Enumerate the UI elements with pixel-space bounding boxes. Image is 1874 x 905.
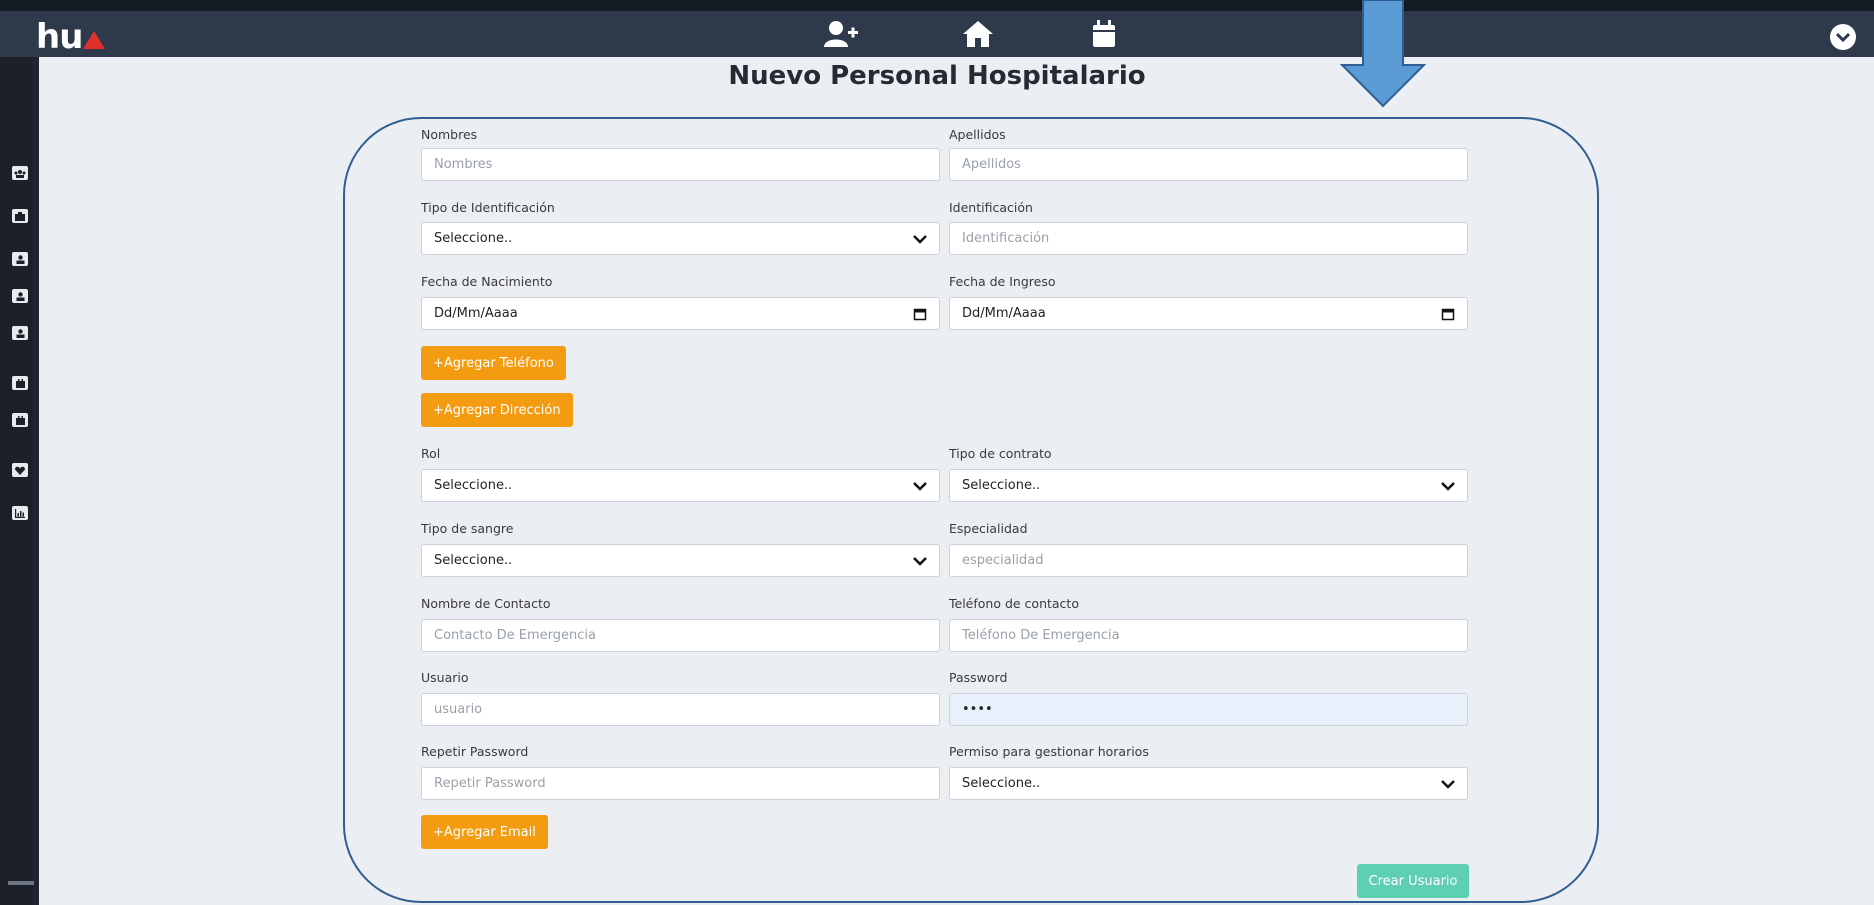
user-icon[interactable]	[12, 289, 28, 303]
fecha-ingreso-label: Fecha de Ingreso	[949, 274, 1056, 289]
rol-label: Rol	[421, 446, 441, 461]
password-value: ••••	[962, 702, 993, 717]
chevron-down-icon	[913, 556, 927, 566]
password-input[interactable]: ••••	[949, 693, 1468, 726]
repetir-password-input[interactable]	[421, 767, 940, 800]
annotation-arrow-icon	[1340, 0, 1426, 108]
permiso-horarios-value: Seleccione..	[962, 776, 1041, 791]
nombre-contacto-input[interactable]	[421, 619, 940, 652]
especialidad-input[interactable]	[949, 544, 1468, 577]
add-phone-button[interactable]: +Agregar Teléfono	[421, 346, 566, 380]
identificacion-label: Identificación	[949, 200, 1033, 215]
chevron-down-circle-icon[interactable]	[1830, 24, 1856, 50]
app-logo[interactable]: hu	[36, 17, 106, 57]
add-email-button[interactable]: +Agregar Email	[421, 815, 548, 849]
usuario-label: Usuario	[421, 670, 469, 685]
tipo-identificacion-value: Seleccione..	[434, 231, 513, 246]
tipo-sangre-label: Tipo de sangre	[421, 521, 514, 536]
chevron-down-icon	[1441, 481, 1455, 491]
calendar-icon[interactable]	[913, 307, 927, 321]
nombres-input[interactable]	[421, 148, 940, 181]
chart-icon[interactable]	[12, 506, 28, 520]
hospital-icon[interactable]	[12, 209, 28, 223]
home-icon[interactable]	[961, 17, 995, 51]
logo-text: hu	[36, 17, 83, 57]
users-icon[interactable]	[12, 166, 28, 180]
tipo-contrato-select[interactable]: Seleccione..	[949, 469, 1468, 502]
apellidos-label: Apellidos	[949, 127, 1006, 142]
permiso-horarios-label: Permiso para gestionar horarios	[949, 744, 1149, 759]
usuario-input[interactable]	[421, 693, 940, 726]
add-user-icon[interactable]	[824, 17, 858, 51]
page-title: Nuevo Personal Hospitalario	[728, 61, 1146, 91]
repetir-password-label: Repetir Password	[421, 744, 529, 759]
calendar-icon[interactable]	[1087, 17, 1121, 51]
fecha-nacimiento-value: Dd/Mm/Aaaa	[434, 306, 518, 321]
rol-value: Seleccione..	[434, 478, 513, 493]
user-icon[interactable]	[12, 326, 28, 340]
add-address-button[interactable]: +Agregar Dirección	[421, 393, 573, 427]
sidebar-strip	[0, 57, 32, 905]
rol-select[interactable]: Seleccione..	[421, 469, 940, 502]
heart-icon[interactable]	[12, 463, 28, 477]
nombres-label: Nombres	[421, 127, 478, 142]
telefono-contacto-input[interactable]	[949, 619, 1468, 652]
permiso-horarios-select[interactable]: Seleccione..	[949, 767, 1468, 800]
identificacion-input[interactable]	[949, 222, 1468, 255]
calendar-icon[interactable]	[1441, 307, 1455, 321]
telefono-contacto-label: Teléfono de contacto	[949, 596, 1079, 611]
sidebar-scroll-indicator	[8, 881, 34, 885]
chevron-down-icon	[1441, 779, 1455, 789]
tipo-sangre-select[interactable]: Seleccione..	[421, 544, 940, 577]
fecha-nacimiento-label: Fecha de Nacimiento	[421, 274, 553, 289]
fecha-ingreso-input[interactable]: Dd/Mm/Aaaa	[949, 297, 1468, 330]
tipo-contrato-value: Seleccione..	[962, 478, 1041, 493]
tipo-identificacion-label: Tipo de Identificación	[421, 200, 555, 215]
password-label: Password	[949, 670, 1008, 685]
especialidad-label: Especialidad	[949, 521, 1028, 536]
fecha-ingreso-value: Dd/Mm/Aaaa	[962, 306, 1046, 321]
fecha-nacimiento-input[interactable]: Dd/Mm/Aaaa	[421, 297, 940, 330]
tipo-identificacion-select[interactable]: Seleccione..	[421, 222, 940, 255]
tipo-sangre-value: Seleccione..	[434, 553, 513, 568]
tipo-contrato-label: Tipo de contrato	[949, 446, 1052, 461]
calendar-icon[interactable]	[12, 376, 28, 390]
chevron-down-icon	[913, 481, 927, 491]
chevron-down-icon	[913, 234, 927, 244]
calendar-icon[interactable]	[12, 413, 28, 427]
sidebar	[0, 57, 39, 905]
user-icon[interactable]	[12, 252, 28, 266]
top-navbar: hu	[0, 0, 1874, 57]
nombre-contacto-label: Nombre de Contacto	[421, 596, 551, 611]
apellidos-input[interactable]	[949, 148, 1468, 181]
create-user-button[interactable]: Crear Usuario	[1357, 864, 1469, 898]
logo-triangle-icon	[83, 31, 106, 49]
